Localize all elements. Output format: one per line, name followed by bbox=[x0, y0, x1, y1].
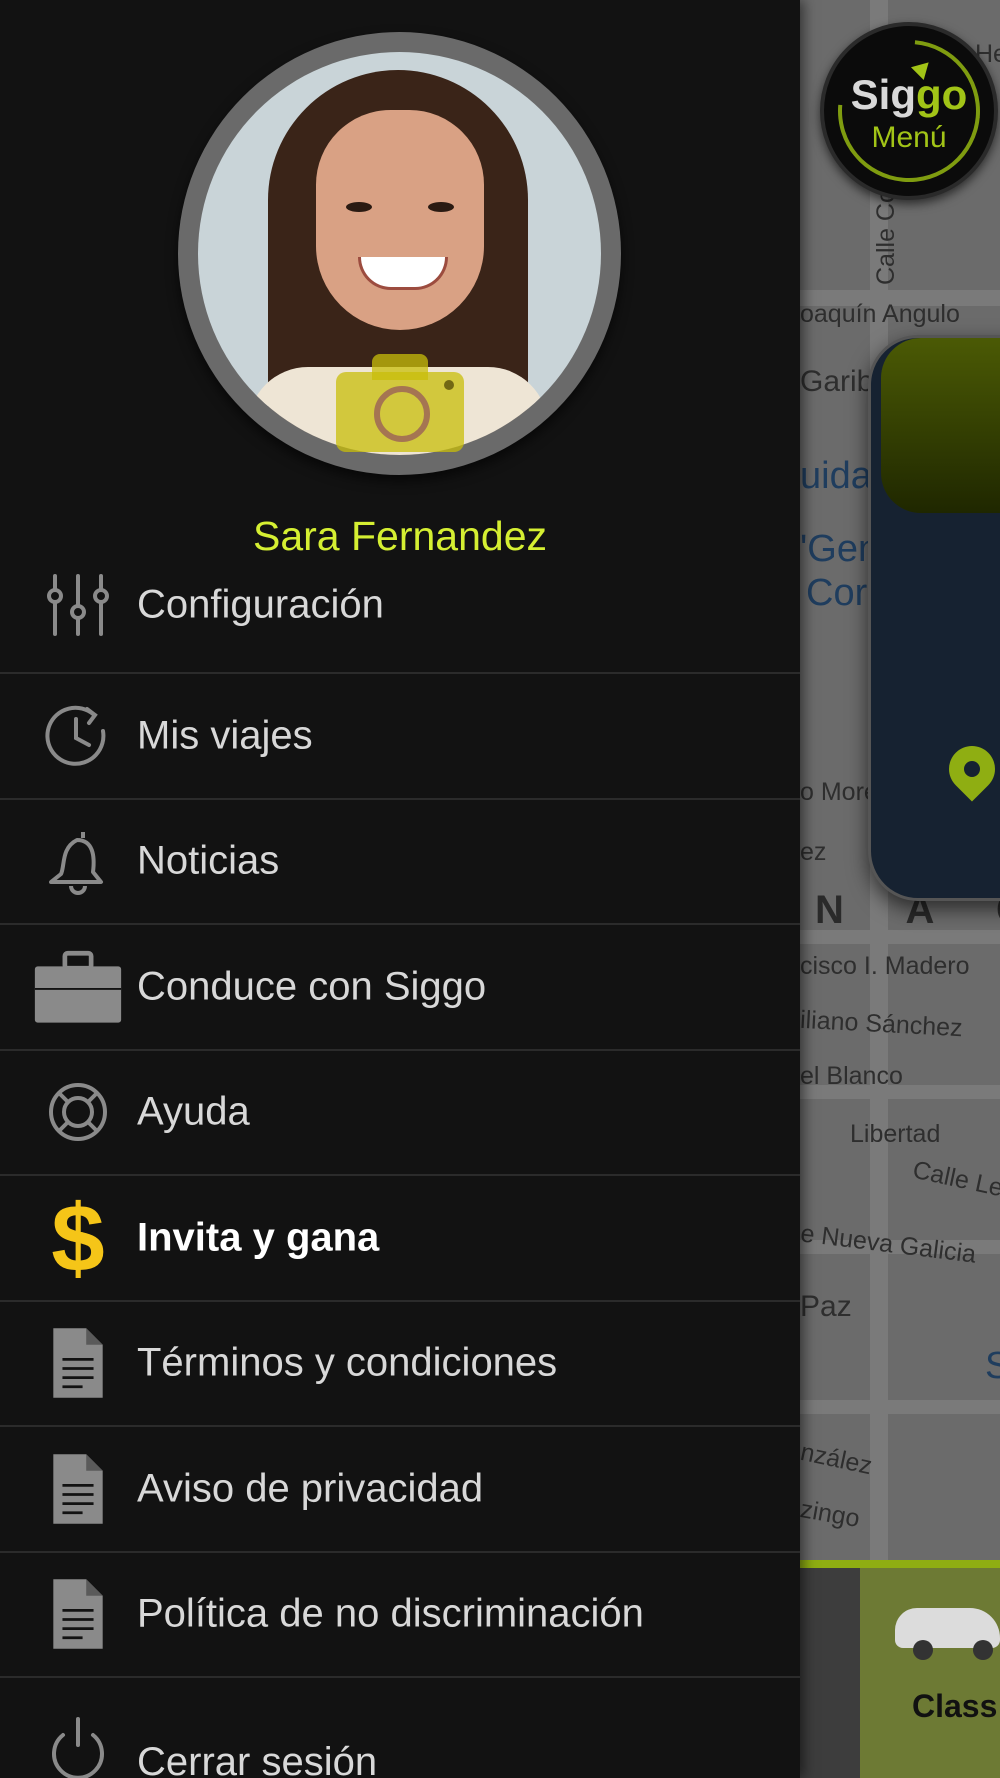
sliders-icon bbox=[38, 565, 118, 645]
menu-item-ayuda[interactable]: Ayuda bbox=[0, 1051, 800, 1176]
photo-face bbox=[316, 110, 484, 330]
menu-item-label: Ayuda bbox=[137, 1089, 250, 1134]
svg-text:$: $ bbox=[51, 1193, 104, 1283]
lifebuoy-icon bbox=[38, 1072, 118, 1152]
menu-item-configuracion[interactable]: Configuración bbox=[0, 538, 800, 674]
menu-item-politica-no-discriminacion[interactable]: Política de no discriminación bbox=[0, 1553, 800, 1678]
siggo-menu-button[interactable]: Siggo Menú bbox=[808, 10, 1000, 212]
menu-item-aviso-privacidad[interactable]: Aviso de privacidad bbox=[0, 1427, 800, 1553]
map-street-label: iliano Sánchez bbox=[799, 1005, 964, 1043]
dollar-icon: $ bbox=[38, 1193, 118, 1283]
menu-item-label: Cerrar sesión bbox=[137, 1740, 378, 1778]
history-icon bbox=[38, 696, 118, 776]
camera-icon[interactable] bbox=[336, 350, 464, 452]
briefcase-icon bbox=[30, 947, 126, 1027]
map-place-label: S bbox=[985, 1345, 1000, 1387]
car-icon bbox=[895, 1608, 1000, 1660]
map-street-label: el Blanco bbox=[800, 1062, 903, 1090]
bell-icon bbox=[38, 821, 118, 901]
menu-item-label: Aviso de privacidad bbox=[137, 1466, 484, 1511]
menu-item-label: Configuración bbox=[137, 582, 384, 627]
document-icon bbox=[38, 1574, 118, 1654]
menu-item-invita-y-gana[interactable]: $ Invita y gana bbox=[0, 1176, 800, 1302]
siggo-logo: Siggo bbox=[850, 71, 968, 118]
menu-item-noticias[interactable]: Noticias bbox=[0, 800, 800, 925]
map-street-label: Calle Co bbox=[872, 189, 900, 285]
map-street-label: nzález bbox=[797, 1437, 875, 1481]
photo-eye bbox=[428, 202, 454, 212]
vehicle-option-label: Class bbox=[912, 1688, 998, 1724]
navigation-drawer: Sara Fernandez Configuración Mis viajes bbox=[0, 0, 800, 1778]
menu-item-mis-viajes[interactable]: Mis viajes bbox=[0, 674, 800, 800]
map-street-label: ez bbox=[800, 838, 827, 866]
menu-label: Menú bbox=[871, 121, 947, 154]
map-street bbox=[800, 1400, 1000, 1414]
menu-item-terminos[interactable]: Términos y condiciones bbox=[0, 1302, 800, 1427]
menu-item-label: Términos y condiciones bbox=[137, 1340, 558, 1385]
menu-item-label: Política de no discriminación bbox=[137, 1591, 644, 1636]
location-pin-icon bbox=[939, 736, 1000, 802]
menu-item-label: Noticias bbox=[137, 838, 280, 883]
menu-item-label: Invita y gana bbox=[137, 1215, 380, 1260]
document-icon bbox=[38, 1449, 118, 1529]
map-street-label: oaquín Angulo bbox=[800, 300, 960, 328]
trip-card[interactable] bbox=[868, 335, 1000, 901]
map-street-label: Paz bbox=[800, 1290, 852, 1323]
photo-eye bbox=[346, 202, 372, 212]
menu-item-cerrar-sesion[interactable]: Cerrar sesión bbox=[0, 1678, 800, 1778]
map-street-label: Libertad bbox=[850, 1120, 941, 1148]
menu-item-label: Mis viajes bbox=[137, 713, 313, 758]
vehicle-option-class[interactable] bbox=[860, 1568, 1000, 1778]
drawer-menu: Configuración Mis viajes Noticias Conduc… bbox=[0, 568, 800, 1778]
map-street-label: zingo bbox=[798, 1495, 862, 1533]
power-icon bbox=[38, 1708, 118, 1778]
camera-lens bbox=[374, 386, 430, 442]
menu-item-conduce-con-siggo[interactable]: Conduce con Siggo bbox=[0, 925, 800, 1051]
vehicle-selector[interactable]: Class bbox=[800, 1560, 1000, 1778]
map-street-label: e Nueva Galicia bbox=[799, 1219, 978, 1269]
map-place-label: uida bbox=[800, 455, 872, 497]
map-street-label: cisco I. Madero bbox=[800, 952, 970, 980]
trip-card-header[interactable] bbox=[881, 338, 1000, 513]
camera-flash bbox=[444, 380, 454, 390]
menu-item-label: Conduce con Siggo bbox=[137, 964, 487, 1009]
map-street-label: Calle Le bbox=[910, 1155, 1000, 1203]
document-icon bbox=[38, 1323, 118, 1403]
map-street-label: Garib bbox=[800, 365, 874, 398]
